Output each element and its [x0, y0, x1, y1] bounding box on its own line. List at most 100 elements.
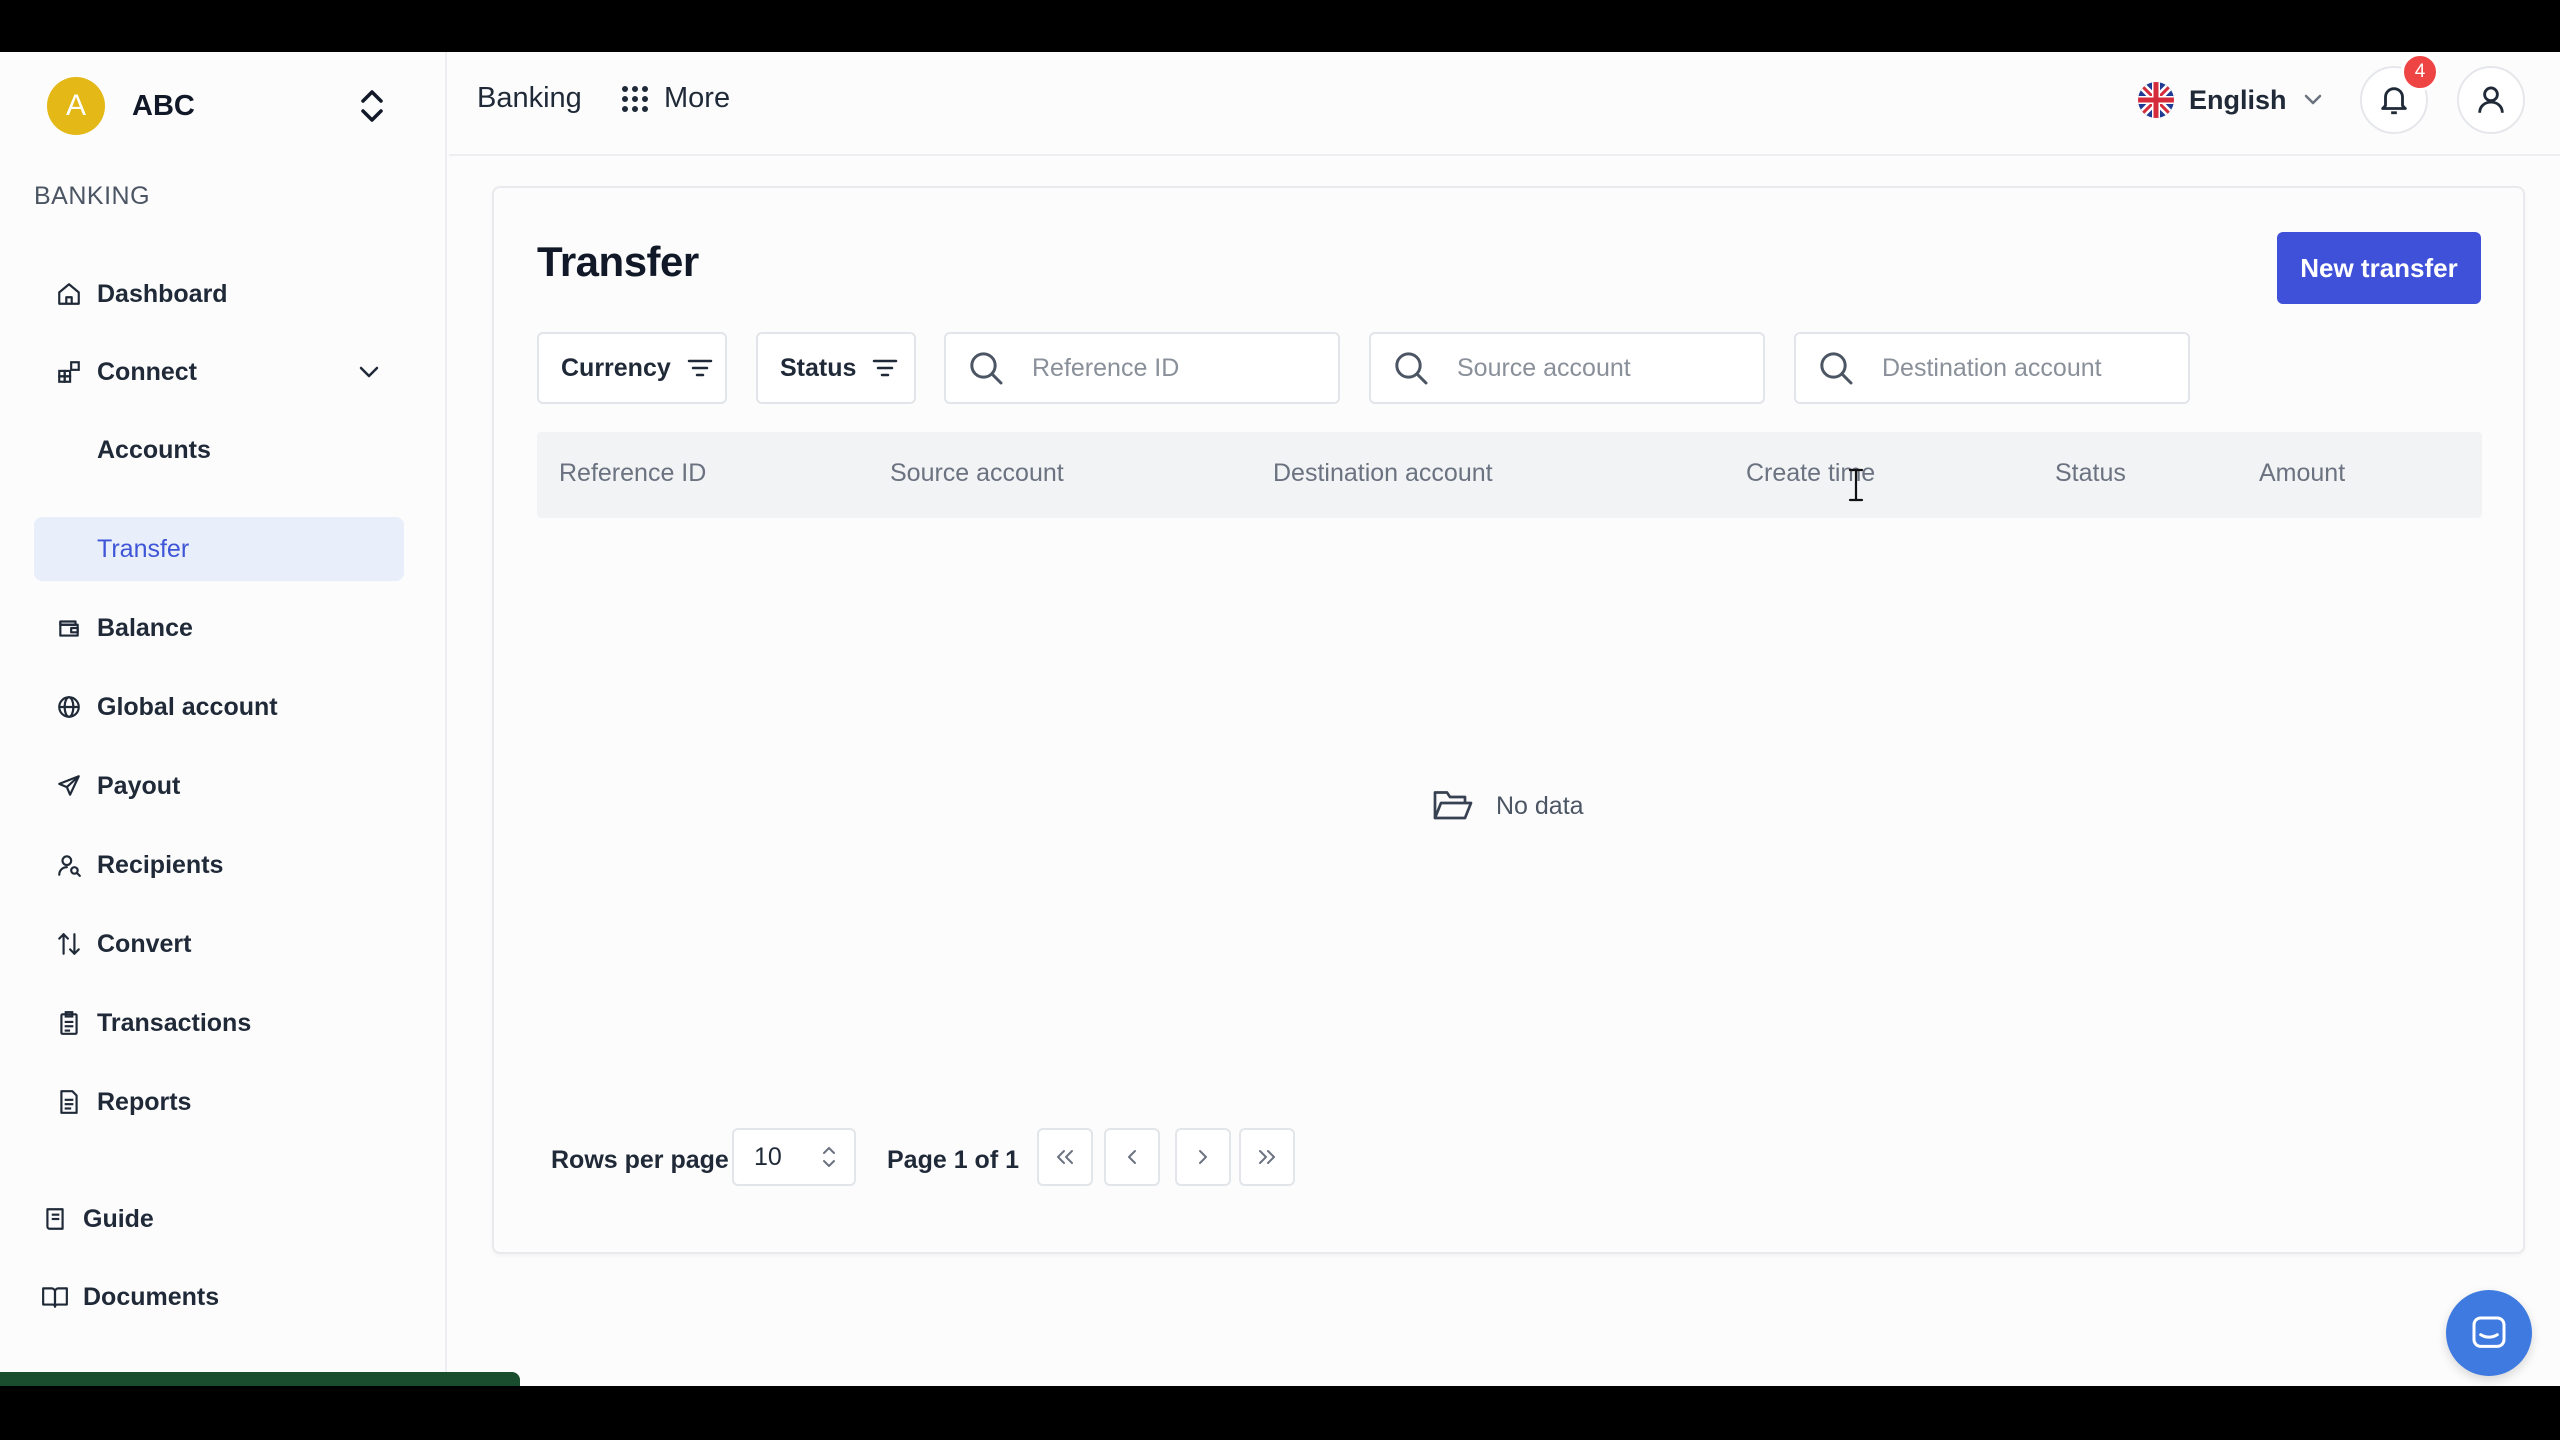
search-icon: [1391, 348, 1435, 388]
status-strip: [0, 1372, 520, 1386]
sidebar-item-payout[interactable]: Payout: [34, 754, 404, 818]
clipboard-list-icon: [54, 1008, 84, 1038]
language-selector[interactable]: English: [2137, 81, 2323, 119]
status-filter-button[interactable]: Status: [756, 332, 916, 404]
currency-filter-label: Currency: [561, 353, 671, 382]
filter-icon: [872, 357, 898, 379]
app-window: A ABC BANKING Dashboard Connect Accounts…: [0, 52, 2560, 1386]
text-cursor-icon: [1846, 468, 1866, 507]
sidebar-item-label: Documents: [83, 1282, 220, 1311]
sidebar-item-connect[interactable]: Connect: [34, 340, 404, 404]
file-text-icon: [54, 1087, 84, 1117]
chevrons-up-down-icon: [820, 1144, 838, 1170]
column-destination-account[interactable]: Destination account: [1273, 459, 1493, 488]
chevron-down-icon: [2303, 94, 2323, 106]
transfer-card: Transfer New transfer Currency Status Re…: [492, 186, 2525, 1254]
sidebar-item-accounts[interactable]: Accounts: [34, 418, 404, 482]
arrows-up-down-icon: [54, 929, 84, 959]
grid-dots-icon: [620, 84, 650, 114]
previous-page-button[interactable]: [1104, 1128, 1160, 1186]
chat-support-button[interactable]: [2446, 1290, 2532, 1376]
sidebar-item-label: Balance: [97, 613, 193, 642]
rows-per-page-value: 10: [754, 1142, 782, 1171]
sidebar-item-label: Payout: [97, 771, 181, 800]
search-icon: [966, 348, 1010, 388]
new-transfer-button[interactable]: New transfer: [2277, 232, 2481, 304]
sidebar-item-guide[interactable]: Guide: [24, 1187, 394, 1251]
notification-count-badge: 4: [2401, 53, 2439, 91]
sidebar-item-label: Transfer: [97, 534, 190, 563]
filter-icon: [687, 357, 713, 379]
top-link-more-label: More: [664, 82, 731, 114]
sidebar-item-label: Accounts: [97, 435, 211, 464]
search-icon: [1816, 348, 1860, 388]
language-label: English: [2189, 84, 2287, 115]
chevrons-right-icon: [1256, 1148, 1278, 1166]
status-filter-label: Status: [780, 353, 857, 382]
rows-per-page-label: Rows per page: [551, 1146, 729, 1174]
user-search-icon: [54, 850, 84, 880]
bell-icon: [2377, 83, 2411, 117]
currency-filter-button[interactable]: Currency: [537, 332, 727, 404]
sidebar-item-label: Dashboard: [97, 279, 228, 308]
profile-button[interactable]: [2457, 66, 2525, 134]
user-icon: [2474, 83, 2508, 117]
section-label-banking: BANKING: [34, 182, 151, 210]
chevron-left-icon: [1125, 1148, 1139, 1166]
source-account-input[interactable]: [1457, 353, 1757, 383]
sidebar-item-label: Reports: [97, 1087, 192, 1116]
sidebar-item-reports[interactable]: Reports: [34, 1070, 404, 1134]
top-link-banking[interactable]: Banking: [477, 82, 582, 115]
sidebar-item-label: Recipients: [97, 850, 224, 879]
chevron-down-icon[interactable]: [354, 357, 384, 387]
chevron-right-icon: [1196, 1148, 1210, 1166]
org-avatar: A: [47, 77, 105, 135]
reference-id-search[interactable]: [944, 332, 1340, 404]
table-header: Reference ID Source account Destination …: [537, 432, 2482, 518]
pagination: Rows per page 10 Page 1 of 1: [494, 1128, 2523, 1188]
destination-account-input[interactable]: [1882, 353, 2182, 383]
sidebar-item-label: Transactions: [97, 1008, 252, 1037]
last-page-button[interactable]: [1239, 1128, 1295, 1186]
top-link-more[interactable]: More: [620, 82, 730, 115]
sidebar-item-dashboard[interactable]: Dashboard: [34, 262, 404, 326]
send-icon: [54, 771, 84, 801]
empty-state-text: No data: [1496, 791, 1584, 820]
book-open-icon: [40, 1282, 70, 1312]
chevrons-up-down-icon[interactable]: [352, 86, 392, 126]
destination-account-search[interactable]: [1794, 332, 2190, 404]
sidebar-item-documents[interactable]: Documents: [24, 1265, 394, 1329]
sidebar-item-global-account[interactable]: Global account: [34, 675, 404, 739]
sidebar-item-label: Guide: [83, 1204, 154, 1233]
home-icon: [54, 279, 84, 309]
reference-id-input[interactable]: [1032, 353, 1332, 383]
wallet-icon: [54, 613, 84, 643]
widgets-icon: [54, 357, 84, 387]
org-name: ABC: [132, 89, 195, 122]
column-reference-id[interactable]: Reference ID: [559, 459, 706, 488]
sidebar-item-convert[interactable]: Convert: [34, 912, 404, 976]
chevrons-left-icon: [1054, 1148, 1076, 1166]
rows-per-page-select[interactable]: 10: [732, 1128, 856, 1186]
org-switcher[interactable]: A ABC: [47, 77, 392, 135]
sidebar-item-transactions[interactable]: Transactions: [34, 991, 404, 1055]
column-source-account[interactable]: Source account: [890, 459, 1064, 488]
chat-icon: [2469, 1313, 2509, 1353]
page-title: Transfer: [537, 238, 699, 285]
next-page-button[interactable]: [1175, 1128, 1231, 1186]
page-info: Page 1 of 1: [887, 1146, 1019, 1174]
sidebar-item-balance[interactable]: Balance: [34, 596, 404, 660]
sidebar-item-label: Global account: [97, 692, 278, 721]
sidebar-item-label: Connect: [97, 357, 197, 386]
top-bar: Banking More English 4: [449, 52, 2560, 156]
sidebar-item-recipients[interactable]: Recipients: [34, 833, 404, 897]
folder-open-icon: [1432, 788, 1474, 824]
column-amount[interactable]: Amount: [2259, 459, 2345, 488]
empty-state: No data: [1432, 788, 1584, 824]
first-page-button[interactable]: [1037, 1128, 1093, 1186]
uk-flag-icon: [2137, 81, 2175, 119]
sidebar-item-transfer[interactable]: Transfer: [34, 517, 404, 581]
column-status[interactable]: Status: [2055, 459, 2126, 488]
source-account-search[interactable]: [1369, 332, 1765, 404]
sidebar-item-label: Convert: [97, 929, 192, 958]
